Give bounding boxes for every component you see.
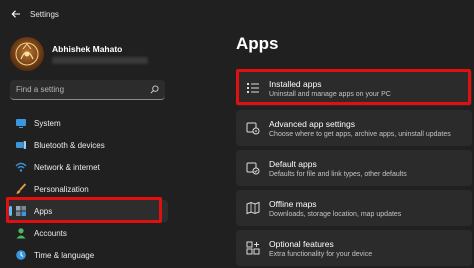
- sidebar-item-label: Bluetooth & devices: [34, 140, 105, 150]
- sidebar-item-system[interactable]: System: [8, 112, 168, 134]
- emblem-icon: [15, 42, 39, 66]
- card-subtitle: Choose where to get apps, archive apps, …: [269, 130, 451, 138]
- profile-name: Abhishek Mahato: [52, 44, 123, 54]
- card-title: Installed apps: [269, 78, 322, 89]
- search-input[interactable]: Find a setting: [10, 80, 165, 100]
- wifi-icon: [15, 161, 27, 173]
- card-advanced-app-settings[interactable]: Advanced app settings Choose where to ge…: [236, 110, 472, 146]
- card-subtitle: Downloads, storage location, map updates: [269, 210, 402, 218]
- sidebar-item-network[interactable]: Network & internet: [8, 156, 168, 178]
- search-placeholder: Find a setting: [16, 85, 65, 94]
- avatar: [10, 37, 44, 71]
- brush-icon: [15, 183, 27, 195]
- sidebar-item-label: Apps: [34, 206, 53, 216]
- profile-email-redacted: [52, 57, 148, 64]
- apps-icon: [15, 205, 27, 217]
- card-title: Offline maps: [269, 198, 317, 209]
- card-offline-maps[interactable]: Offline maps Downloads, storage location…: [236, 190, 472, 226]
- card-subtitle: Uninstall and manage apps on your PC: [269, 90, 391, 98]
- card-title: Optional features: [269, 238, 334, 249]
- sidebar-item-label: Accounts: [34, 228, 67, 238]
- card-default-apps[interactable]: Default apps Defaults for file and link …: [236, 150, 472, 186]
- card-title: Advanced app settings: [269, 118, 356, 129]
- app-settings-icon: [246, 121, 260, 135]
- sidebar-item-time-language[interactable]: Time & language: [8, 244, 168, 266]
- sidebar-nav: System Bluetooth & devices Network & int…: [8, 112, 168, 266]
- bluetooth-devices-icon: [15, 139, 27, 151]
- card-optional-features[interactable]: Optional features Extra functionality fo…: [236, 230, 472, 266]
- sidebar-item-label: Time & language: [34, 250, 95, 260]
- card-subtitle: Extra functionality for your device: [269, 250, 373, 258]
- card-subtitle: Defaults for file and link types, other …: [269, 170, 407, 178]
- sidebar-item-accounts[interactable]: Accounts: [8, 222, 168, 244]
- sidebar-item-personalization[interactable]: Personalization: [8, 178, 168, 200]
- monitor-icon: [15, 117, 27, 129]
- search-icon: [150, 85, 159, 94]
- user-profile[interactable]: Abhishek Mahato: [10, 34, 148, 74]
- optional-features-icon: [246, 241, 260, 255]
- person-icon: [15, 227, 27, 239]
- card-installed-apps[interactable]: Installed apps Uninstall and manage apps…: [236, 70, 472, 106]
- map-icon: [246, 201, 260, 215]
- back-button[interactable]: [6, 4, 26, 24]
- sidebar-item-apps[interactable]: Apps: [8, 200, 168, 222]
- page-title: Apps: [236, 34, 279, 53]
- card-title: Default apps: [269, 158, 317, 169]
- sidebar-item-bluetooth-devices[interactable]: Bluetooth & devices: [8, 134, 168, 156]
- main-content: Apps Installed apps Uninstall and manage…: [232, 28, 474, 268]
- sidebar: Abhishek Mahato Find a setting System Bl…: [0, 28, 170, 268]
- default-apps-icon: [246, 161, 260, 175]
- title-bar: Settings: [0, 0, 474, 28]
- globe-clock-icon: [15, 249, 27, 261]
- sidebar-item-label: System: [34, 118, 61, 128]
- list-icon: [246, 81, 260, 95]
- back-arrow-icon: [11, 10, 20, 18]
- sidebar-item-label: Personalization: [34, 184, 89, 194]
- sidebar-item-label: Network & internet: [34, 162, 100, 172]
- window-title: Settings: [30, 9, 59, 19]
